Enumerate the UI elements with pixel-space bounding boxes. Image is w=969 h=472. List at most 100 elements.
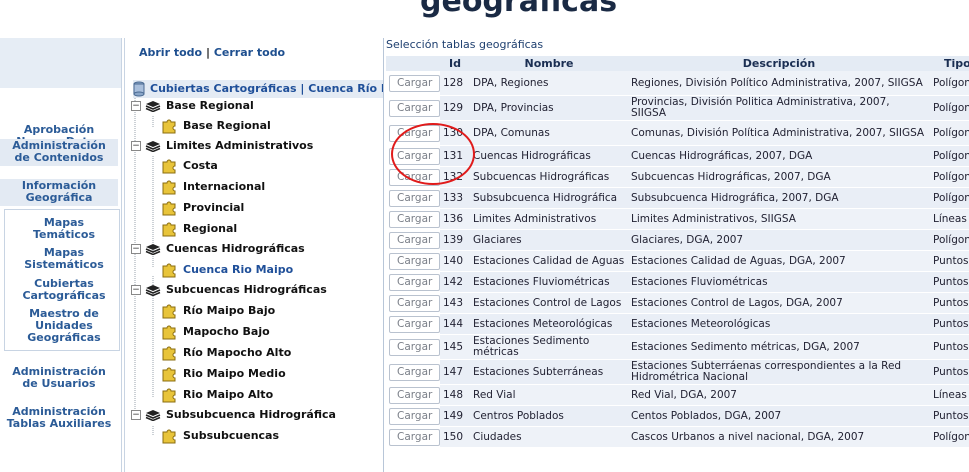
tree-root[interactable]: Cubiertas Cartográficas | Cuenca Río M xyxy=(133,80,383,98)
left-navigation: Aprobación Nuevos Datos Administración d… xyxy=(0,38,122,472)
load-button[interactable]: Cargar xyxy=(389,428,440,446)
cell-tipo: Polígonos xyxy=(930,120,969,146)
cell-id: 139 xyxy=(440,229,470,251)
tree-expand-controls: Abrir todo | Cerrar todo xyxy=(139,46,285,59)
tree-leaf-label: Internacional xyxy=(183,180,266,193)
tree-group-label: Cuencas Hidrográficas xyxy=(166,242,305,255)
nav-item-admin-contenidos[interactable]: Administración de Contenidos xyxy=(0,139,118,166)
tree-leaf[interactable]: Río Maipo Bajo xyxy=(161,302,275,320)
collapse-icon[interactable]: − xyxy=(131,244,141,254)
table-row: Cargar 139 Glaciares Glaciares, DGA, 2007 Po… xyxy=(386,229,969,251)
tree-leaf-label: Río Mapocho Alto xyxy=(183,346,292,359)
cell-descripcion: Estaciones Control de Lagos, DGA, 2007 xyxy=(628,292,930,314)
tree-leaf[interactable]: Río Mapocho Alto xyxy=(161,344,291,362)
cell-descripcion: Cascos Urbanos a nivel nacional, DGA, 20… xyxy=(628,426,930,448)
nav-subitem-cubiertas-cartograficas[interactable]: Cubiertas Cartográficas xyxy=(10,278,118,302)
load-cell: Cargar xyxy=(386,426,440,448)
cell-id: 145 xyxy=(440,334,470,360)
load-cell: Cargar xyxy=(386,95,440,121)
table-row: Cargar 128 DPA, Regiones Regiones, División… xyxy=(386,71,969,96)
tree-group-cuencas[interactable]: − Cuencas Hidrográficas xyxy=(131,240,305,258)
tree-group-limites[interactable]: − Limites Administrativos xyxy=(131,137,313,155)
layers-icon xyxy=(145,101,161,112)
cell-nombre: Red Vial xyxy=(470,384,628,406)
load-button[interactable]: Cargar xyxy=(389,74,440,92)
column-header: Nombre xyxy=(470,56,628,71)
cell-descripcion: Subsubcuenca Hidrográfica, 2007, DGA xyxy=(628,187,930,209)
tree-leaf[interactable]: Provincial xyxy=(161,199,244,217)
tree-leaf[interactable]: Rio Maipo Medio xyxy=(161,365,286,383)
cell-tipo: Puntos xyxy=(930,250,969,272)
collapse-icon[interactable]: − xyxy=(131,410,141,420)
open-all-link[interactable]: Abrir todo xyxy=(139,46,202,59)
load-cell: Cargar xyxy=(386,187,440,209)
tree-leaf[interactable]: Mapocho Bajo xyxy=(161,323,270,341)
collapse-icon[interactable]: − xyxy=(131,101,141,111)
nav-item-administracion-tablas[interactable]: Administración Tablas Auxiliares xyxy=(0,406,118,430)
load-button[interactable]: Cargar xyxy=(389,386,440,404)
cell-nombre: Estaciones Subterráneas xyxy=(470,359,628,385)
load-button[interactable]: Cargar xyxy=(389,273,440,291)
cell-nombre: DPA, Comunas xyxy=(470,120,628,146)
nav-subitem-mapas-sistematicos[interactable]: Mapas Sistemáticos xyxy=(10,247,118,271)
nav-subitem-mapas-tematicos[interactable]: Mapas Temáticos xyxy=(10,217,118,241)
close-all-link[interactable]: Cerrar todo xyxy=(214,46,285,59)
load-button[interactable]: Cargar xyxy=(389,99,440,117)
tree-leaf-label: Mapocho Bajo xyxy=(183,325,270,338)
tree-group-subsubcuenca[interactable]: − Subsubcuenca Hidrográfica xyxy=(131,406,336,424)
top-banner: geográficas xyxy=(0,0,969,38)
load-button[interactable]: Cargar xyxy=(389,407,440,425)
cell-descripcion: Centos Poblados, DGA, 2007 xyxy=(628,405,930,427)
cell-nombre: Estaciones Calidad de Aguas xyxy=(470,250,628,272)
load-button[interactable]: Cargar xyxy=(389,210,440,228)
cell-tipo: Polígonos xyxy=(930,229,969,251)
tree-group-subcuencas[interactable]: − Subcuencas Hidrográficas xyxy=(131,281,327,299)
tree-leaf-label: Cuenca Rio Maipo xyxy=(183,263,294,276)
geo-tables-table: Id Nombre Descripción Tipo Cargar 128 DPA,… xyxy=(386,56,969,448)
column-header: Tipo xyxy=(930,56,969,71)
tree-group-label: Limites Administrativos xyxy=(166,139,314,152)
load-button[interactable]: Cargar xyxy=(389,315,440,333)
cell-id: 142 xyxy=(440,271,470,293)
cell-nombre: Subcuencas Hidrográficas xyxy=(470,166,628,188)
cell-descripcion: Estaciones Subterráenas correspondientes… xyxy=(628,359,930,385)
puzzle-layer-icon xyxy=(162,180,176,195)
load-cell: Cargar xyxy=(386,208,440,230)
tree-leaf[interactable]: Cuenca Rio Maipo xyxy=(161,261,293,279)
tree-leaf-label: Costa xyxy=(183,159,218,172)
tree-leaf[interactable]: Regional xyxy=(161,220,237,238)
load-button[interactable]: Cargar xyxy=(389,294,440,312)
load-button[interactable]: Cargar xyxy=(389,189,440,207)
load-button[interactable]: Cargar xyxy=(389,231,440,249)
table-row: Cargar 145 Estaciones Sedimento métricas Es… xyxy=(386,334,969,360)
load-button[interactable]: Cargar xyxy=(389,363,440,381)
load-button[interactable]: Cargar xyxy=(389,252,440,270)
nav-item-label: de Contenidos xyxy=(14,151,104,164)
nav-item-informacion-geografica[interactable]: Información Geográfica xyxy=(0,179,118,206)
tree-group-base-regional[interactable]: − Base Regional xyxy=(131,97,254,115)
tree-leaf[interactable]: Subsubcuencas xyxy=(161,427,279,445)
cell-tipo: Polígonos xyxy=(930,95,969,121)
cell-tipo: Líneas xyxy=(930,208,969,230)
tree-leaf[interactable]: Costa xyxy=(161,157,218,175)
table-row: Cargar 143 Estaciones Control de Lagos Esta… xyxy=(386,292,969,314)
cell-tipo: Puntos xyxy=(930,313,969,335)
tree-leaf[interactable]: Base Regional xyxy=(161,117,271,135)
cell-nombre: Cuencas Hidrográficas xyxy=(470,145,628,167)
collapse-icon[interactable]: − xyxy=(131,285,141,295)
table-row: Cargar 148 Red Vial Red Vial, DGA, 2007 Líne… xyxy=(386,384,969,406)
cell-descripcion: Subcuencas Hidrográficas, 2007, DGA xyxy=(628,166,930,188)
layers-icon xyxy=(145,141,161,152)
collapse-icon[interactable]: − xyxy=(131,141,141,151)
cell-descripcion: Estaciones Fluviométricas xyxy=(628,271,930,293)
database-icon xyxy=(133,81,145,97)
cell-tipo: Puntos xyxy=(930,271,969,293)
tree-leaf[interactable]: Rio Maipo Alto xyxy=(161,386,273,404)
puzzle-layer-icon xyxy=(162,325,176,340)
tree-leaf[interactable]: Internacional xyxy=(161,178,265,196)
load-button[interactable]: Cargar xyxy=(389,338,440,356)
table-row: Cargar 136 Limites Administrativos Limites … xyxy=(386,208,969,230)
nav-subitem-maestro-unidades[interactable]: Maestro de Unidades Geográficas xyxy=(10,308,118,344)
nav-item-administracion-usuarios[interactable]: Administración de Usuarios xyxy=(0,366,118,390)
table-row: Cargar 149 Centros Poblados Centos Poblados… xyxy=(386,405,969,427)
